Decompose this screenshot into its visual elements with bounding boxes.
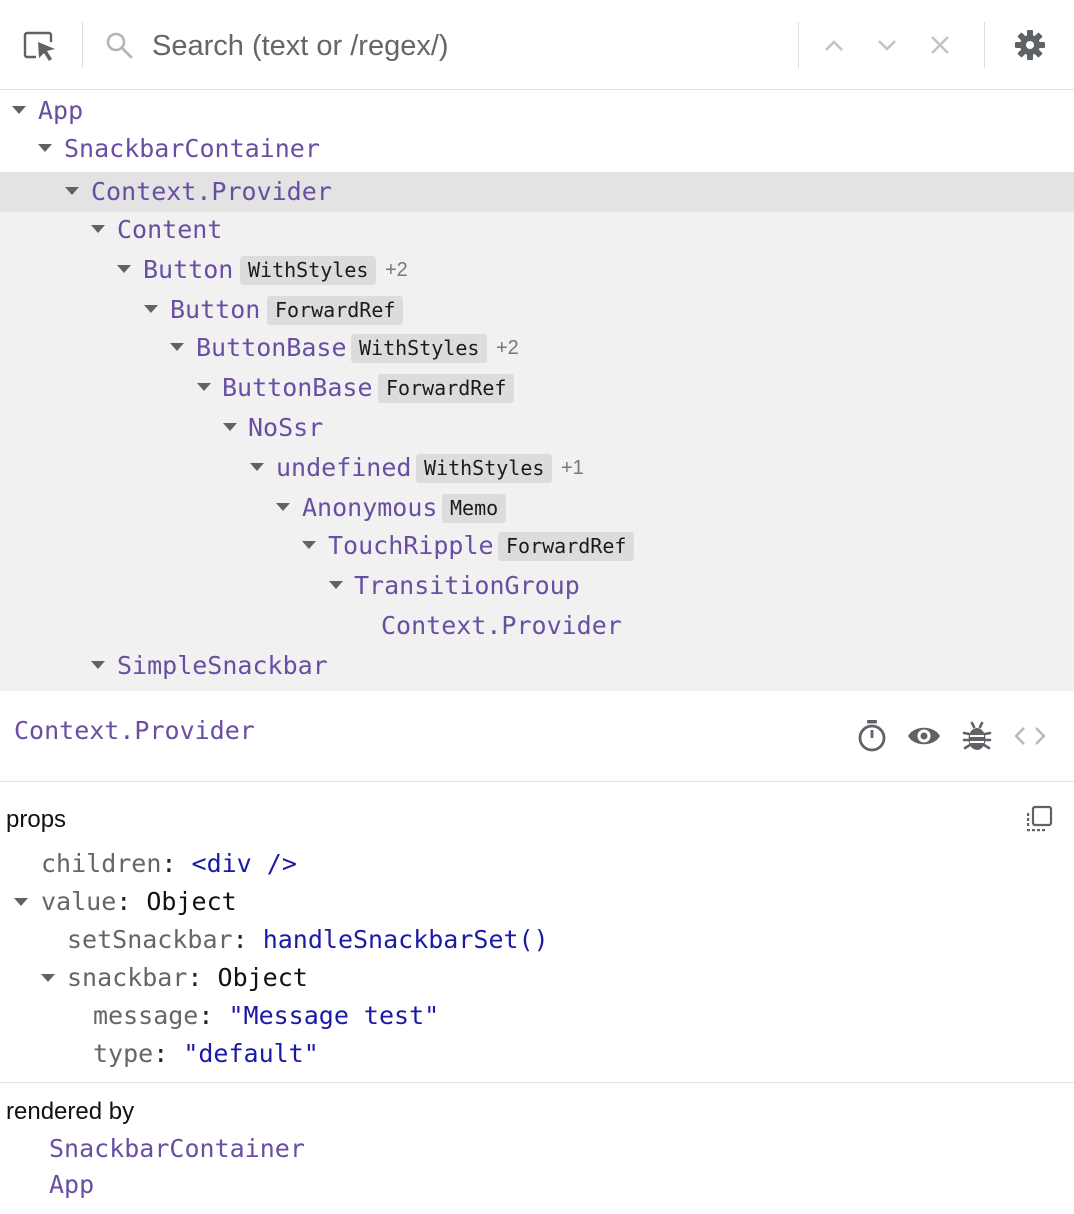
chevron-down-icon[interactable] xyxy=(872,30,902,60)
tree-row-name: ButtonBase xyxy=(196,333,347,362)
prop-row: value: Object xyxy=(41,887,237,916)
tree-row-selected[interactable]: Context.Provider xyxy=(0,172,1074,212)
rendered-by-heading: rendered by xyxy=(6,1098,135,1125)
prop-key: value xyxy=(41,887,117,916)
toolbar-divider xyxy=(984,22,985,68)
tree-row-name: Anonymous xyxy=(302,493,438,522)
expand-arrow-icon[interactable] xyxy=(144,305,158,313)
tree-row[interactable]: Button WithStyles +2 xyxy=(0,250,1074,290)
tree-row[interactable]: TouchRipple ForwardRef xyxy=(0,526,1074,566)
tree-row-name: App xyxy=(38,96,84,125)
tree-row[interactable]: Context.Provider xyxy=(0,606,1074,646)
expand-arrow-icon[interactable] xyxy=(329,581,343,589)
tree-row-name: Context.Provider xyxy=(91,177,332,206)
eye-icon[interactable] xyxy=(905,720,943,752)
hoc-badge: ForwardRef xyxy=(378,374,515,403)
tree-row-name: SimpleSnackbar xyxy=(117,651,328,680)
inspect-element-icon[interactable] xyxy=(20,28,60,64)
selected-element-header: Context.Provider xyxy=(0,692,1074,782)
tree-row-name: TouchRipple xyxy=(328,531,494,560)
expand-arrow-icon[interactable] xyxy=(41,974,55,982)
bug-icon[interactable] xyxy=(960,719,994,753)
tree-row[interactable]: NoSsr xyxy=(0,408,1074,448)
tree-row-name: Button xyxy=(143,255,234,284)
tree-row[interactable]: Content xyxy=(0,210,1074,250)
hoc-badge: ForwardRef xyxy=(498,532,635,561)
tree-row-name: ButtonBase xyxy=(222,373,373,402)
chevron-up-icon[interactable] xyxy=(819,30,849,60)
expand-arrow-icon[interactable] xyxy=(12,106,26,114)
prop-value[interactable]: <div /> xyxy=(192,849,297,878)
prop-key: snackbar xyxy=(67,963,188,992)
prop-value: Object xyxy=(146,887,237,916)
expand-arrow-icon[interactable] xyxy=(197,383,211,391)
expand-arrow-icon[interactable] xyxy=(223,423,237,431)
hoc-badge: WithStyles xyxy=(240,256,377,285)
tree-row[interactable]: App xyxy=(0,91,1074,131)
prop-key: message xyxy=(93,1001,199,1030)
expand-arrow-icon[interactable] xyxy=(91,661,105,669)
copy-icon[interactable] xyxy=(1022,803,1056,837)
tree-row-name: Button xyxy=(170,295,261,324)
tree-row-name: Content xyxy=(117,215,223,244)
expand-arrow-icon[interactable] xyxy=(276,503,290,511)
section-divider xyxy=(0,1082,1074,1083)
prop-row: message: "Message test" xyxy=(93,1001,440,1030)
owner-link[interactable]: SnackbarContainer xyxy=(49,1131,305,1167)
hoc-extra-count: +2 xyxy=(496,337,519,359)
selected-element-name: Context.Provider xyxy=(14,716,255,745)
tree-row-name: SnackbarContainer xyxy=(64,134,320,163)
hoc-extra-count: +2 xyxy=(385,259,408,281)
expand-arrow-icon[interactable] xyxy=(302,541,316,549)
prop-row: type: "default" xyxy=(93,1039,319,1068)
tree-row-name: TransitionGroup xyxy=(354,571,580,600)
expand-arrow-icon[interactable] xyxy=(250,463,264,471)
toolbar-divider xyxy=(798,22,799,68)
toolbar-divider xyxy=(82,22,83,68)
tree-row-name: undefined xyxy=(276,453,412,482)
prop-row: children: <div /> xyxy=(41,849,297,878)
component-tree: App SnackbarContainer Context.Provider C… xyxy=(0,91,1074,691)
tree-row[interactable]: undefined WithStyles +1 xyxy=(0,448,1074,488)
tree-row[interactable]: ButtonBase WithStyles +2 xyxy=(0,328,1074,368)
prop-value[interactable]: "Message test" xyxy=(228,1001,439,1030)
tree-row[interactable]: ButtonBase ForwardRef xyxy=(0,368,1074,408)
prop-key: type xyxy=(93,1039,154,1068)
prop-value[interactable]: "default" xyxy=(183,1039,318,1068)
prop-row: setSnackbar: handleSnackbarSet() xyxy=(67,925,549,954)
tree-row[interactable]: SnackbarContainer xyxy=(0,129,1074,169)
expand-arrow-icon[interactable] xyxy=(65,187,79,195)
toolbar xyxy=(0,0,1074,90)
stopwatch-icon[interactable] xyxy=(855,718,889,754)
search-icon xyxy=(103,29,135,61)
tree-row-name: Context.Provider xyxy=(381,611,622,640)
expand-arrow-icon[interactable] xyxy=(170,343,184,351)
props-heading: props xyxy=(6,806,67,833)
hoc-badge: WithStyles xyxy=(351,334,488,363)
prop-key: setSnackbar xyxy=(67,925,233,954)
expand-arrow-icon[interactable] xyxy=(91,225,105,233)
tree-row[interactable]: SimpleSnackbar xyxy=(0,646,1074,686)
prop-key: children xyxy=(41,849,162,878)
tree-row[interactable]: TransitionGroup xyxy=(0,566,1074,606)
tree-row-name: NoSsr xyxy=(248,413,324,442)
hoc-badge: Memo xyxy=(442,494,507,523)
prop-value[interactable]: handleSnackbarSet() xyxy=(263,925,549,954)
expand-arrow-icon[interactable] xyxy=(38,144,52,152)
code-brackets-icon[interactable] xyxy=(1012,720,1048,752)
tree-row[interactable]: Button ForwardRef xyxy=(0,290,1074,330)
prop-row: snackbar: Object xyxy=(67,963,308,992)
close-icon[interactable] xyxy=(925,30,955,60)
hoc-badge: ForwardRef xyxy=(267,296,404,325)
hoc-extra-count: +1 xyxy=(561,457,584,479)
search-input[interactable] xyxy=(152,24,782,68)
prop-value: Object xyxy=(217,963,308,992)
gear-icon[interactable] xyxy=(1012,27,1048,63)
owner-link[interactable]: App xyxy=(49,1167,94,1203)
expand-arrow-icon[interactable] xyxy=(117,265,131,273)
expand-arrow-icon[interactable] xyxy=(14,898,28,906)
hoc-badge: WithStyles xyxy=(416,454,553,483)
tree-row[interactable]: Anonymous Memo xyxy=(0,488,1074,528)
